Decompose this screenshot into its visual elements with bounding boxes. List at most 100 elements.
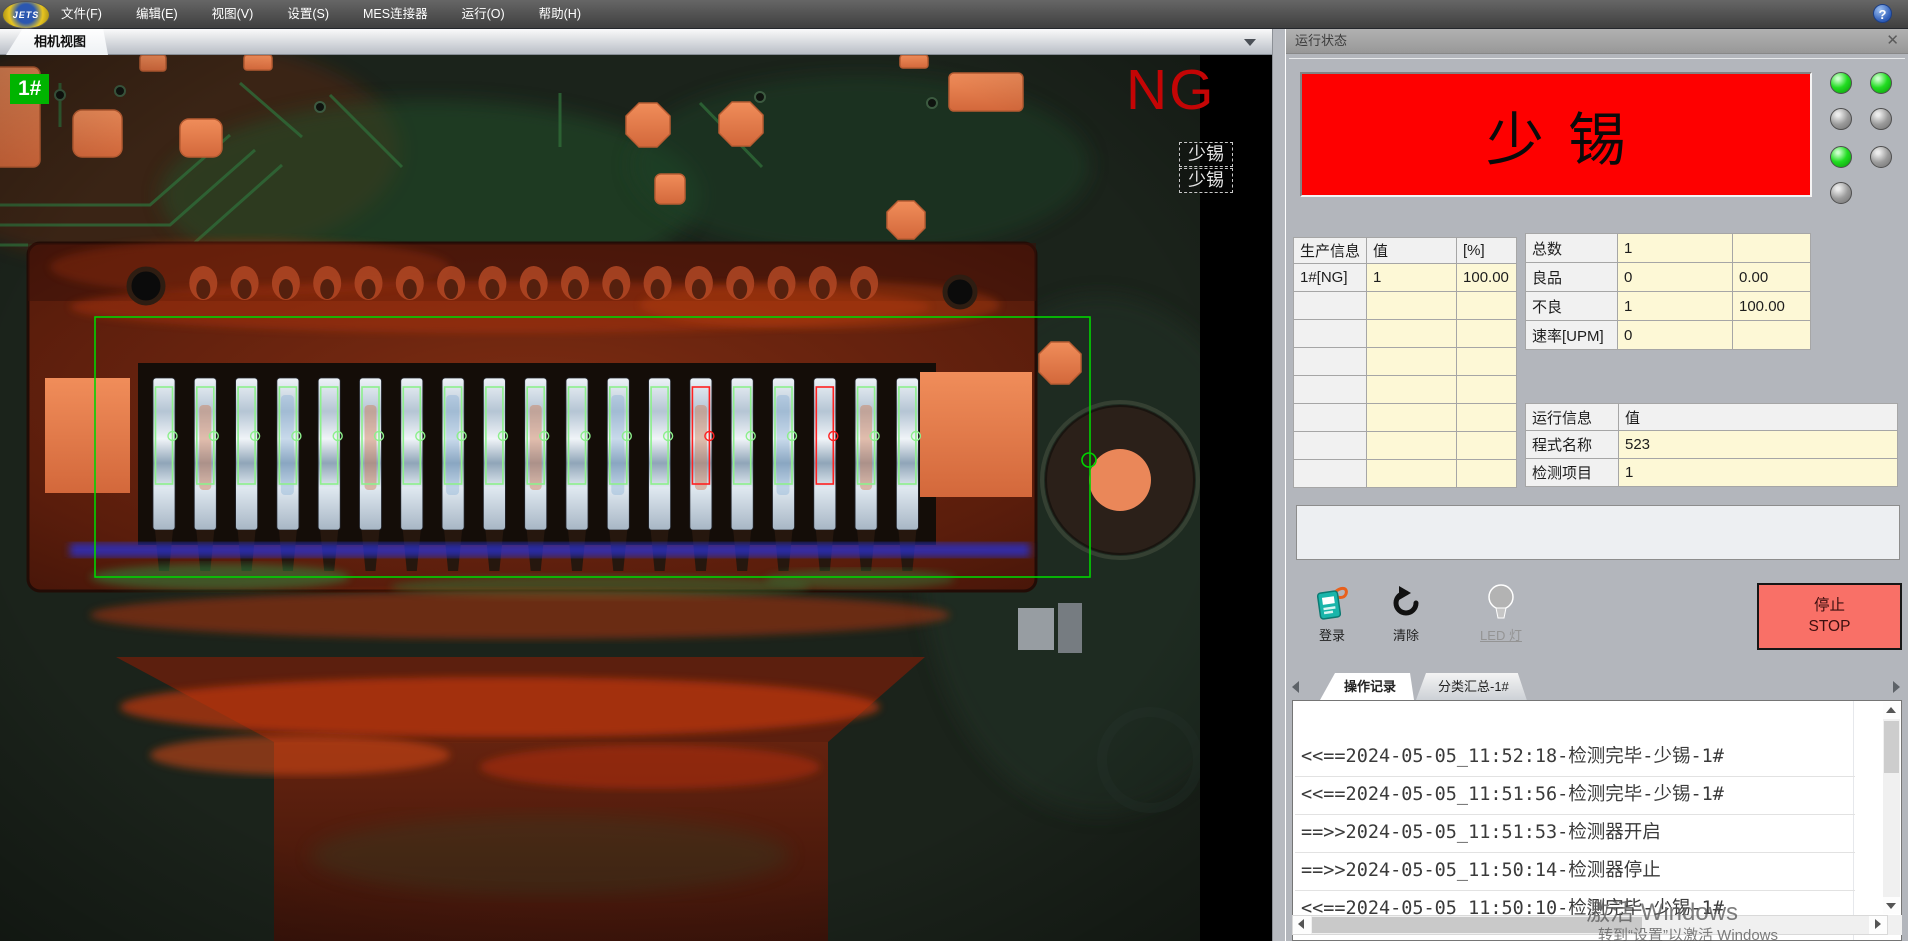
cell: 程式名称 xyxy=(1526,431,1619,459)
cell xyxy=(1457,348,1517,376)
panel-splitter[interactable] xyxy=(1272,28,1286,941)
help-icon[interactable]: ? xyxy=(1873,4,1892,23)
cell: 1 xyxy=(1619,459,1898,487)
log-entry-1: <<==2024-05-05_11:51:56-检测完毕-少锡-1# xyxy=(1295,777,1855,815)
table-row xyxy=(1294,432,1517,460)
clear-button[interactable]: 清除 xyxy=(1374,581,1438,644)
status-led xyxy=(1830,108,1852,130)
cell xyxy=(1457,376,1517,404)
column-header: 值 xyxy=(1619,404,1898,431)
cell xyxy=(1733,234,1811,263)
stop-label-en: STOP xyxy=(1759,617,1900,637)
table-row: 检测项目1 xyxy=(1526,459,1898,487)
cell xyxy=(1367,404,1457,432)
table-row xyxy=(1294,348,1517,376)
run-status-panel: 运行状态 ✕ 少锡 生产信息值[%]1#[NG]1100.00 总数1良品00.… xyxy=(1286,28,1908,941)
login-button[interactable]: 登录 xyxy=(1300,581,1364,644)
table-row xyxy=(1294,460,1517,488)
app-logo: JETS xyxy=(2,1,50,29)
log-tab-1[interactable]: 分类汇总-1# xyxy=(1416,673,1527,700)
table-row: 速率[UPM]0 xyxy=(1526,321,1811,350)
cell xyxy=(1457,292,1517,320)
tab-scroll-left-icon[interactable] xyxy=(1292,681,1299,693)
status-led xyxy=(1870,72,1892,94)
cell: 100.00 xyxy=(1733,292,1811,321)
column-header: 生产信息 xyxy=(1294,238,1367,264)
cell: 0 xyxy=(1618,321,1733,350)
defect-label-0: 少锡 xyxy=(1179,142,1233,167)
scrollbar-thumb[interactable] xyxy=(1884,721,1899,773)
cell xyxy=(1457,460,1517,488)
statistics-table: 总数1良品00.00不良1100.00速率[UPM]0 xyxy=(1525,233,1811,350)
menu-items: 文件(F) 编辑(E) 视图(V)设置(S) MES连接器运行(O) 帮助(H) xyxy=(44,0,598,28)
login-label: 登录 xyxy=(1300,625,1364,644)
cell: 0.00 xyxy=(1733,263,1811,292)
menu-item-5[interactable]: 运行(O) xyxy=(449,0,518,28)
table-row xyxy=(1294,292,1517,320)
menu-item-4[interactable]: MES连接器 xyxy=(350,0,441,28)
menu-item-3[interactable]: 设置(S) xyxy=(274,0,342,28)
cell xyxy=(1294,432,1367,460)
table-row: 程式名称523 xyxy=(1526,431,1898,459)
chevron-down-icon[interactable] xyxy=(1244,39,1256,46)
cell xyxy=(1367,320,1457,348)
cell: 不良 xyxy=(1526,292,1618,321)
column-header: 值 xyxy=(1367,238,1457,264)
table-row xyxy=(1294,376,1517,404)
bulb-icon xyxy=(1466,581,1536,625)
table-row: 良品00.00 xyxy=(1526,263,1811,292)
cell xyxy=(1733,321,1811,350)
cell: 速率[UPM] xyxy=(1526,321,1618,350)
id-badge-icon xyxy=(1300,581,1364,625)
refresh-icon xyxy=(1374,581,1438,625)
menu-item-6[interactable]: 帮助(H) xyxy=(526,0,594,28)
windows-activation-watermark-line2: 转到“设置”以激活 Windows xyxy=(1598,924,1778,941)
windows-activation-watermark: 激活 Windows xyxy=(1586,892,1738,927)
cell: 523 xyxy=(1619,431,1898,459)
cell: 100.00 xyxy=(1457,264,1517,292)
cell xyxy=(1367,432,1457,460)
cell xyxy=(1294,348,1367,376)
scroll-right-icon[interactable] xyxy=(1869,916,1887,934)
status-led-grid xyxy=(1830,72,1894,206)
column-header: 运行信息 xyxy=(1526,404,1619,431)
led-light-button[interactable]: LED 灯 xyxy=(1466,581,1536,644)
scroll-down-icon[interactable] xyxy=(1883,897,1900,914)
cell xyxy=(1294,404,1367,432)
panel-title: 运行状态 xyxy=(1295,33,1347,48)
defect-alert-box: 少锡 xyxy=(1300,72,1812,197)
status-led xyxy=(1830,72,1852,94)
status-led xyxy=(1830,146,1852,168)
close-icon[interactable]: ✕ xyxy=(1886,28,1899,54)
column-header: [%] xyxy=(1457,238,1517,264)
status-led xyxy=(1870,146,1892,168)
tab-scroll-right-icon[interactable] xyxy=(1893,681,1900,693)
cell xyxy=(1367,348,1457,376)
cell: 1#[NG] xyxy=(1294,264,1367,292)
camera-unit-label: 1# xyxy=(10,74,49,104)
scroll-up-icon[interactable] xyxy=(1883,702,1900,719)
inspection-result-label: NG xyxy=(1126,57,1216,123)
scroll-left-icon[interactable] xyxy=(1293,916,1311,934)
cell xyxy=(1457,320,1517,348)
stop-button[interactable]: 停止 STOP xyxy=(1757,583,1902,650)
vertical-scrollbar[interactable] xyxy=(1883,702,1900,914)
menu-item-2[interactable]: 视图(V) xyxy=(199,0,267,28)
tab-camera-view[interactable]: 相机视图 xyxy=(6,28,108,55)
cell xyxy=(1367,376,1457,404)
table-row xyxy=(1294,404,1517,432)
cell: 1 xyxy=(1618,292,1733,321)
menu-item-0[interactable]: 文件(F) xyxy=(48,0,115,28)
cell: 1 xyxy=(1618,234,1733,263)
message-box xyxy=(1296,505,1900,560)
camera-view: 1# NG 少锡少锡 xyxy=(0,55,1272,941)
cell: 总数 xyxy=(1526,234,1618,263)
cell: 0 xyxy=(1618,263,1733,292)
table-header-row: 生产信息值[%] xyxy=(1294,238,1517,264)
run-info-table: 运行信息值程式名称523检测项目1 xyxy=(1525,403,1898,487)
menu-item-1[interactable]: 编辑(E) xyxy=(123,0,191,28)
led-light-label: LED 灯 xyxy=(1466,625,1536,644)
cell: 1 xyxy=(1367,264,1457,292)
log-tab-0[interactable]: 操作记录 xyxy=(1320,673,1414,700)
cell xyxy=(1294,292,1367,320)
